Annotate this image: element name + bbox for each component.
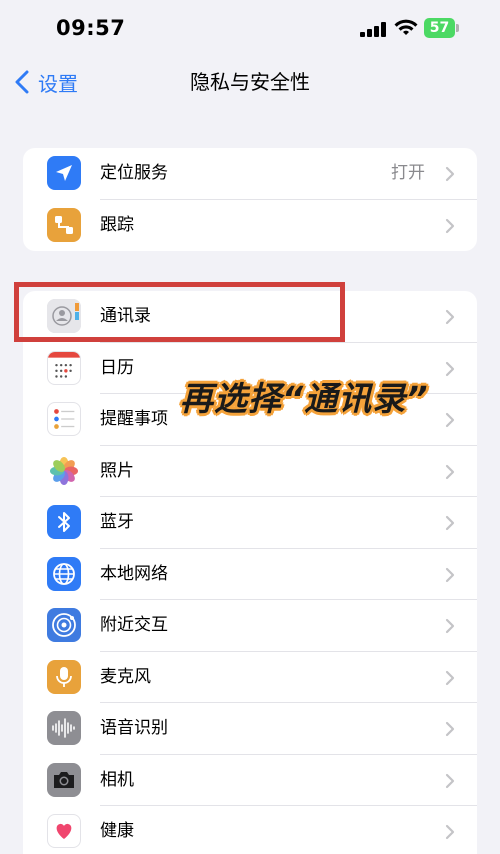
chevron-right-icon bbox=[445, 618, 455, 634]
tracking-icon bbox=[47, 207, 81, 242]
row-location-services[interactable]: 定位服务 打开 bbox=[23, 148, 477, 200]
status-time: 09:57 bbox=[56, 16, 126, 40]
navigation-bar: 设置 隐私与安全性 bbox=[0, 60, 500, 104]
chevron-right-icon bbox=[445, 166, 455, 182]
row-label: 定位服务 bbox=[100, 163, 168, 183]
battery-level: 57 bbox=[424, 18, 455, 38]
battery-icon: 57 bbox=[424, 18, 460, 38]
row-health[interactable]: 健康 bbox=[23, 806, 477, 854]
bluetooth-icon bbox=[47, 505, 81, 539]
chevron-right-icon bbox=[445, 218, 455, 233]
row-photos[interactable]: 照片 bbox=[23, 446, 477, 497]
row-nearby-interactions[interactable]: 附近交互 bbox=[23, 600, 477, 652]
photos-icon bbox=[47, 453, 81, 488]
row-label: 健康 bbox=[100, 821, 134, 841]
chevron-right-icon bbox=[445, 824, 455, 840]
chevron-right-icon bbox=[445, 361, 455, 376]
chevron-right-icon bbox=[445, 464, 455, 479]
wifi-icon bbox=[394, 19, 418, 35]
row-tracking[interactable]: 跟踪 bbox=[23, 200, 477, 252]
status-bar: 09:57 57 bbox=[0, 0, 500, 60]
chevron-right-icon bbox=[445, 567, 455, 582]
chevron-right-icon bbox=[445, 309, 455, 325]
chevron-right-icon bbox=[445, 773, 455, 788]
row-label: 麦克风 bbox=[100, 666, 151, 687]
row-local-network[interactable]: 本地网络 bbox=[23, 549, 477, 600]
microphone-icon bbox=[47, 659, 81, 694]
row-label: 语音识别 bbox=[100, 718, 168, 738]
row-label: 照片 bbox=[100, 460, 134, 481]
highlight-box bbox=[14, 282, 345, 342]
row-label: 提醒事项 bbox=[100, 409, 168, 429]
cellular-signal-icon bbox=[360, 21, 386, 37]
page-title: 隐私与安全性 bbox=[190, 70, 310, 94]
chevron-right-icon bbox=[445, 515, 455, 531]
globe-icon bbox=[47, 556, 81, 591]
calendar-icon bbox=[47, 350, 81, 385]
row-value: 打开 bbox=[391, 163, 425, 183]
row-bluetooth[interactable]: 蓝牙 bbox=[23, 497, 477, 549]
chevron-right-icon bbox=[445, 670, 455, 685]
location-arrow-icon bbox=[47, 156, 81, 190]
row-label: 本地网络 bbox=[100, 563, 168, 584]
row-label: 日历 bbox=[100, 357, 134, 378]
row-label: 跟踪 bbox=[100, 214, 134, 235]
location-tracking-group: 定位服务 打开 跟踪 bbox=[23, 148, 477, 251]
row-label: 相机 bbox=[100, 769, 134, 790]
tutorial-annotation: 再选择“通讯录” bbox=[180, 379, 429, 418]
reminders-icon bbox=[47, 402, 81, 436]
row-label: 附近交互 bbox=[100, 615, 168, 635]
chevron-right-icon bbox=[445, 412, 455, 428]
nearby-icon bbox=[47, 608, 81, 642]
camera-icon bbox=[47, 762, 81, 797]
row-camera[interactable]: 相机 bbox=[23, 755, 477, 806]
waveform-icon bbox=[47, 711, 81, 745]
row-microphone[interactable]: 麦克风 bbox=[23, 652, 477, 703]
chevron-right-icon bbox=[445, 721, 455, 737]
row-speech-recognition[interactable]: 语音识别 bbox=[23, 703, 477, 755]
row-label: 蓝牙 bbox=[100, 512, 134, 532]
heart-icon bbox=[47, 814, 81, 848]
